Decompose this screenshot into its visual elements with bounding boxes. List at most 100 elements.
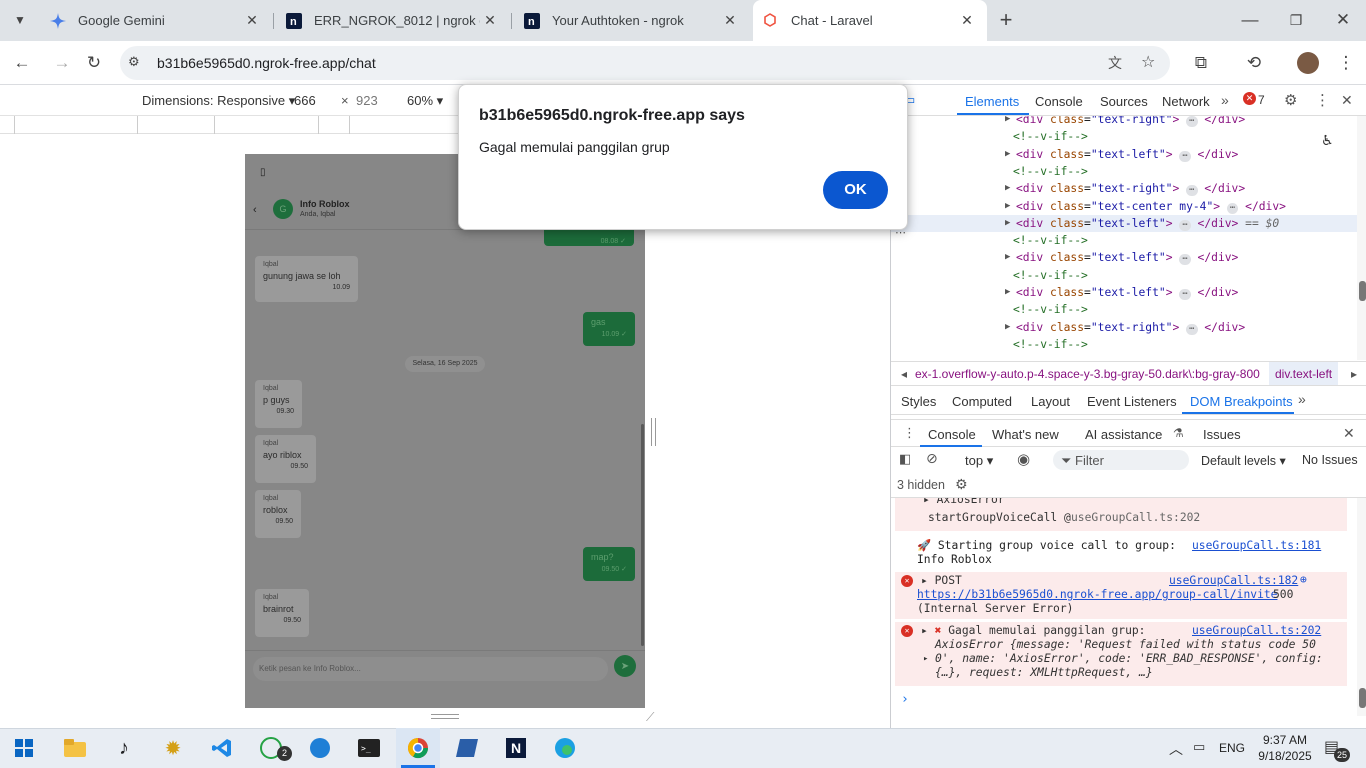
minimize-icon[interactable]: — <box>1234 4 1266 36</box>
breadcrumb-item[interactable]: ex-1.overflow-y-auto.p-4.space-y-3.bg-gr… <box>915 367 1265 381</box>
dom-comment[interactable]: <!--v-if--> <box>891 301 1357 318</box>
dom-node[interactable]: ▶ <div class="text-right"> ⋯ </div> <box>891 180 1357 197</box>
expand-arrow-icon[interactable]: ▶ <box>1005 116 1010 128</box>
width-input[interactable]: 666 <box>290 90 336 110</box>
history-icon[interactable]: ⟲ <box>1238 47 1270 79</box>
clear-console-icon[interactable]: ⊘ <box>926 450 938 467</box>
tab-ngrok-docs[interactable]: n ERR_NGROK_8012 | ngrok docu ✕ <box>276 0 510 41</box>
dimensions-select[interactable]: Dimensions: Responsive ▾ <box>142 93 295 109</box>
new-tab-plus-icon[interactable]: + <box>990 4 1022 36</box>
expand-arrow-icon[interactable]: ▶ <box>1005 146 1010 163</box>
height-input[interactable]: 923 <box>352 90 398 110</box>
send-icon[interactable]: ➤ <box>614 655 636 677</box>
profile-avatar[interactable] <box>1297 52 1319 74</box>
tab-sources[interactable]: Sources <box>1100 94 1148 109</box>
start-icon[interactable] <box>2 728 46 768</box>
powershell-icon[interactable] <box>445 728 489 768</box>
battery-icon[interactable]: ▭ <box>1193 739 1205 755</box>
error-source-link[interactable]: useGroupCall.ts:202 <box>1192 624 1321 639</box>
close-window-icon[interactable]: ✕ <box>1327 4 1359 36</box>
tab-layout[interactable]: Layout <box>1031 394 1070 409</box>
error-detail-line[interactable]: AxiosError {message: 'Request failed wit… <box>935 638 1316 653</box>
dom-comment[interactable]: <!--v-if--> <box>891 163 1357 180</box>
error-object[interactable]: AxiosError <box>937 498 1005 506</box>
log-levels-select[interactable]: Default levels ▾ <box>1201 453 1286 468</box>
translate-icon[interactable]: 文 <box>1108 53 1122 73</box>
expand-arrow-icon[interactable]: ▶ <box>1005 319 1010 336</box>
tab-ngrok-authtoken[interactable]: n Your Authtoken - ngrok ✕ <box>514 0 750 41</box>
forward-arrow-icon[interactable]: → <box>46 47 78 79</box>
edge-icon[interactable] <box>543 728 587 768</box>
dom-node[interactable]: ▶ <div class="text-left"> ⋯ </div> == $0 <box>891 214 1357 233</box>
tiktok-icon[interactable]: ♪ <box>102 728 146 768</box>
expand-arrow-icon[interactable]: ▶ <box>1005 249 1010 266</box>
reload-icon[interactable]: ↻ <box>78 47 110 79</box>
drawer-menu-icon[interactable]: ⋮ <box>903 425 916 441</box>
tab-close-icon[interactable]: ✕ <box>957 12 977 29</box>
tab-gemini[interactable]: Google Gemini ✕ <box>40 0 272 41</box>
close-devtools-icon[interactable]: ✕ <box>1341 92 1353 109</box>
tab-event-listeners[interactable]: Event Listeners <box>1087 394 1177 409</box>
accessibility-icon[interactable]: ♿ <box>1321 132 1334 149</box>
address-bar[interactable]: ⚙ b31b6e5965d0.ngrok-free.app/chat 文 ☆ <box>120 46 1170 80</box>
dom-node[interactable]: ▶ <div class="text-center my-4"> ⋯ </div> <box>891 198 1357 215</box>
expand-arrow-icon[interactable]: ▶ <box>1005 284 1010 301</box>
breadcrumb-right-icon[interactable]: ▸ <box>1351 367 1357 381</box>
app-circle-icon[interactable] <box>298 728 342 768</box>
filter-input[interactable]: ⏷ Filter <box>1053 450 1189 470</box>
dom-node[interactable]: ▶ <div class="text-left"> ⋯ </div> <box>891 146 1357 163</box>
language-indicator[interactable]: ENG <box>1219 741 1245 755</box>
tab-elements[interactable]: Elements <box>965 94 1019 109</box>
tab-computed[interactable]: Computed <box>952 394 1012 409</box>
tab-close-icon[interactable]: ✕ <box>720 12 740 29</box>
tab-chat-laravel[interactable]: Chat - Laravel ✕ <box>753 0 987 41</box>
vscode-icon[interactable] <box>200 728 244 768</box>
resize-handle-bottom[interactable] <box>431 714 459 719</box>
context-select[interactable]: top ▾ <box>965 453 993 469</box>
zoom-select[interactable]: 60% ▾ <box>407 93 443 109</box>
console-prompt-icon[interactable]: › <box>901 692 909 707</box>
tray-chevron-icon[interactable]: ︿ <box>1169 739 1183 759</box>
app-icon[interactable]: ✹ <box>151 728 195 768</box>
site-info-icon[interactable]: ⚙ <box>128 54 140 70</box>
sidebar-toggle-icon[interactable]: ▯ <box>260 167 266 178</box>
expand-arrow-icon[interactable]: ▸ <box>923 652 928 667</box>
chat-scrollbar[interactable] <box>641 424 644 646</box>
dom-scrollbar[interactable] <box>1357 116 1366 360</box>
eye-icon[interactable]: ◉ <box>1017 450 1030 468</box>
dom-comment[interactable]: <!--v-if--> <box>891 128 1357 145</box>
url-text[interactable]: b31b6e5965d0.ngrok-free.app/chat <box>157 55 376 71</box>
tab-close-icon[interactable]: ✕ <box>480 12 500 29</box>
dom-node[interactable]: ▶ <div class="text-right"> ⋯ </div> <box>891 116 1357 128</box>
devtools-menu-icon[interactable]: ⋮ <box>1315 91 1330 109</box>
clock-time[interactable]: 9:37 AM <box>1256 733 1314 747</box>
dom-comment[interactable]: <!--v-if--> <box>891 267 1357 284</box>
settings-gear-icon[interactable]: ⚙ <box>1284 91 1297 109</box>
network-icon[interactable]: ⊕ <box>1300 573 1307 588</box>
more-panels-icon[interactable]: » <box>1298 391 1306 407</box>
expand-arrow-icon[interactable]: ▶ <box>1005 198 1010 215</box>
tab-close-icon[interactable]: ✕ <box>242 12 262 29</box>
restore-icon[interactable]: ❐ <box>1280 4 1312 36</box>
error-source-link[interactable]: useGroupCall.ts:182 <box>1169 574 1298 589</box>
file-explorer-icon[interactable] <box>53 728 97 768</box>
error-icon[interactable]: ✕ <box>1243 92 1256 105</box>
drawer-tab-whats-new[interactable]: What's new <box>992 427 1059 442</box>
clock-date[interactable]: 9/18/2025 <box>1252 749 1318 763</box>
back-chevron-icon[interactable]: ‹ <box>253 204 257 216</box>
more-tabs-icon[interactable]: » <box>1221 92 1229 108</box>
close-drawer-icon[interactable]: ✕ <box>1343 425 1355 442</box>
tab-console[interactable]: Console <box>1035 94 1083 109</box>
console-scrollbar[interactable] <box>1357 498 1366 716</box>
bookmark-star-icon[interactable]: ☆ <box>1141 52 1155 72</box>
tab-search-chevron-icon[interactable]: ▼ <box>4 4 36 36</box>
extensions-icon[interactable]: ⧉ <box>1185 47 1217 79</box>
chrome-icon[interactable] <box>396 728 440 768</box>
console-settings-icon[interactable]: ⚙ <box>955 476 968 493</box>
dom-node[interactable]: ▶ <div class="text-left"> ⋯ </div> <box>891 249 1357 266</box>
tab-dom-breakpoints[interactable]: DOM Breakpoints <box>1190 394 1293 409</box>
expand-arrow-icon[interactable]: ▶ <box>1005 215 1010 232</box>
dom-node[interactable]: ▶ <div class="text-left"> ⋯ </div> <box>891 284 1357 301</box>
issues-count[interactable]: No Issues <box>1302 453 1358 467</box>
ngrok-taskbar-icon[interactable]: N <box>494 728 538 768</box>
